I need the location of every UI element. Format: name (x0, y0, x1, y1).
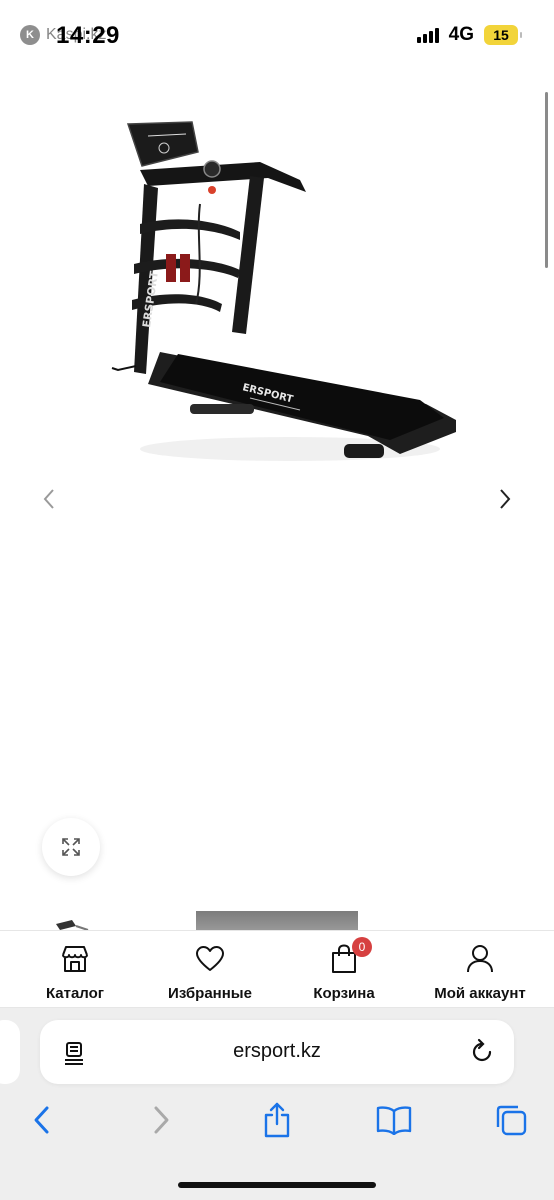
thumbnail-strip[interactable] (0, 910, 554, 932)
browser-bottom-bar: ersport.kz (0, 1008, 554, 1200)
previous-tab-peek[interactable] (0, 1020, 20, 1084)
status-indicators: 4G 15 (416, 24, 522, 46)
browser-toolbar (0, 1100, 554, 1140)
browser-bookmarks-button[interactable] (374, 1100, 414, 1140)
browser-forward-button[interactable] (141, 1100, 181, 1140)
nav-cart[interactable]: 0 Корзина (300, 931, 388, 1009)
product-image[interactable]: ERSPORT ERSPORT (100, 114, 470, 474)
browser-tabs-button[interactable] (491, 1100, 531, 1140)
nav-account[interactable]: Мой аккаунт (424, 931, 536, 1009)
nav-favorites-label: Избранные (168, 985, 252, 1002)
battery-icon: 15 (484, 25, 522, 45)
nav-account-label: Мой аккаунт (434, 985, 526, 1002)
store-icon (62, 946, 88, 972)
browser-share-button[interactable] (257, 1100, 297, 1140)
battery-level: 15 (493, 27, 509, 43)
network-type: 4G (448, 24, 474, 45)
thumbnail-2[interactable] (196, 911, 358, 932)
gallery-next-button[interactable] (490, 484, 520, 514)
chevron-left-icon (34, 1106, 49, 1134)
nav-catalog[interactable]: Каталог (30, 931, 120, 1009)
browser-back-button[interactable] (22, 1100, 62, 1140)
nav-catalog-label: Каталог (45, 985, 105, 1002)
chevron-right-icon (500, 489, 511, 509)
fullscreen-button[interactable] (42, 818, 100, 876)
address-bar[interactable]: ersport.kz (40, 1020, 514, 1084)
status-time: 14:29 (56, 22, 120, 49)
cart-count-badge: 0 (352, 937, 372, 957)
url-text: ersport.kz (233, 1040, 321, 1062)
status-bar: K Kaspi.kz 14:29 4G 15 (0, 0, 554, 74)
nav-favorites[interactable]: Избранные (154, 931, 266, 1009)
chevron-left-icon (43, 489, 54, 509)
product-gallery[interactable]: ERSPORT ERSPORT (0, 74, 554, 914)
tabs-icon (496, 1105, 527, 1136)
expand-icon (62, 838, 80, 856)
signal-icon (416, 27, 439, 43)
kaspi-logo-icon: K (20, 25, 40, 45)
reload-icon[interactable] (468, 1038, 496, 1066)
site-bottom-nav: Каталог Избранные 0 Корзина Мой аккаунт (0, 930, 554, 1008)
chevron-right-icon (154, 1106, 169, 1134)
nav-cart-label: Корзина (313, 985, 375, 1002)
user-icon (467, 945, 493, 973)
heart-icon (196, 946, 224, 971)
book-icon (376, 1106, 412, 1135)
home-indicator (178, 1182, 376, 1188)
share-icon (264, 1102, 290, 1138)
gallery-prev-button[interactable] (34, 484, 64, 514)
